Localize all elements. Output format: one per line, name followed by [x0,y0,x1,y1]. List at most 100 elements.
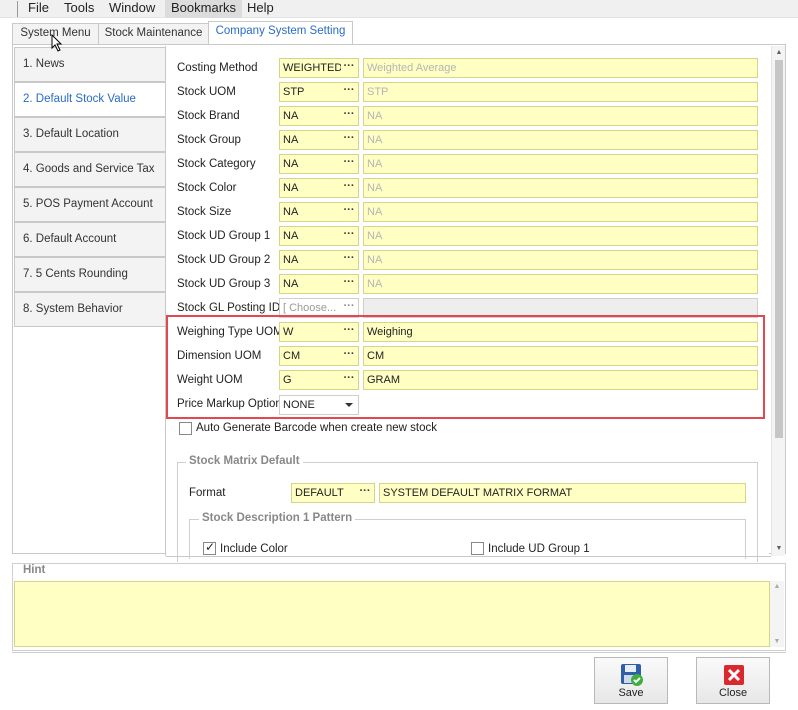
costing-method-code-field[interactable]: WEIGHTED ,··· [279,58,359,78]
tab-stock-maintenance[interactable]: Stock Maintenance [98,23,209,44]
format-code-value: DEFAULT [295,487,344,499]
save-button[interactable]: Save [594,657,668,704]
ellipsis-icon[interactable]: ··· [340,251,358,269]
auto-barcode-label: Auto Generate Barcode when create new st… [196,422,438,434]
auto-barcode-checkbox[interactable] [179,422,192,435]
stock-color-code-value: NA [283,182,299,194]
menu-tools[interactable]: Tools [58,0,100,18]
stock-group-desc-field: NA [363,130,758,150]
stock-ud-group-2-desc-field: NA [363,250,758,270]
nav-item-system-behavior[interactable]: 8. System Behavior [14,292,166,327]
vertical-scrollbar[interactable]: ▲ ▼ [771,46,785,556]
scroll-down-icon[interactable]: ▼ [770,638,784,645]
scroll-up-icon[interactable]: ▲ [772,47,786,59]
stock-ud-group-2-label: Stock UD Group 2 [177,254,271,266]
nav-item-pos-payment-account[interactable]: 5. POS Payment Account [14,187,166,222]
stock-brand-label: Stock Brand [177,110,240,122]
format-label: Format [189,487,226,499]
menu-grip [17,1,18,17]
stock-uom-label: Stock UOM [177,86,236,98]
ellipsis-icon[interactable]: ··· [340,59,358,77]
ellipsis-icon[interactable]: ··· [340,107,358,125]
costing-method-code-value: WEIGHTED , [283,62,341,74]
costing-method-label: Costing Method [177,62,258,74]
stock-ud-group-1-desc-field: NA [363,226,758,246]
stock-ud-group-1-code-value: NA [283,230,299,242]
include-ud-group-1-checkbox[interactable] [471,542,484,555]
hint-title: Hint [20,564,49,576]
hint-scrollbar[interactable]: ▲ ▼ [770,581,784,647]
stock-size-desc-field: NA [363,202,758,222]
ellipsis-icon[interactable]: ··· [340,83,358,101]
format-code-field[interactable]: DEFAULT ··· [291,483,375,503]
hint-textarea[interactable] [14,581,770,647]
nav-item-default-location[interactable]: 3. Default Location [14,117,166,152]
mouse-cursor-icon [51,34,63,52]
stock-color-code-field[interactable]: NA ··· [279,178,359,198]
nav-item-goods-and-service-tax[interactable]: 4. Goods and Service Tax [14,152,166,187]
panel-bottom-border [166,556,771,557]
stock-ud-group-2-code-field[interactable]: NA ··· [279,250,359,270]
close-icon [724,665,744,685]
price-markup-value: NONE [283,399,315,411]
ellipsis-icon[interactable]: ··· [356,484,374,502]
include-color-label: Include Color [220,543,288,555]
format-desc-field: SYSTEM DEFAULT MATRIX FORMAT [379,483,746,503]
nav-item-5-cents-rounding[interactable]: 7. 5 Cents Rounding Options [14,257,166,313]
price-markup-select[interactable]: NONE [279,395,359,415]
stock-brand-code-field[interactable]: NA ··· [279,106,359,126]
costing-method-desc-field: Weighted Average [363,58,758,78]
stock-ud-group-3-code-value: NA [283,278,299,290]
tab-company-system-setting[interactable]: Company System Setting [208,21,353,45]
stock-color-desc-field: NA [363,178,758,198]
ellipsis-icon[interactable]: ··· [340,203,358,221]
stock-category-code-value: NA [283,158,299,170]
menu-help[interactable]: Help [241,0,280,18]
nav-item-news[interactable]: 1. News [14,47,166,82]
menu-window[interactable]: Window [103,0,161,18]
scroll-up-icon[interactable]: ▲ [770,583,784,590]
desc-pattern-title: Stock Description 1 Pattern [199,512,356,524]
stock-uom-desc-field: STP [363,82,758,102]
stock-ud-group-1-label: Stock UD Group 1 [177,230,271,242]
nav-item-default-stock-value[interactable]: 2. Default Stock Value [14,82,167,117]
stock-matrix-title: Stock Matrix Default [186,455,303,467]
nav-item-default-account[interactable]: 6. Default Account [14,222,166,257]
close-button[interactable]: Close [696,657,770,704]
stock-group-code-value: NA [283,134,299,146]
chevron-down-icon [345,403,353,407]
ellipsis-icon[interactable]: ··· [340,227,358,245]
price-markup-label: Price Markup Option [177,398,282,410]
scroll-down-icon[interactable]: ▼ [772,543,786,555]
menu-file[interactable]: File [22,0,55,18]
menu-bar: File Tools Window Bookmarks Help [0,0,798,18]
close-button-label: Close [718,687,748,699]
stock-category-code-field[interactable]: NA ··· [279,154,359,174]
stock-size-label: Stock Size [177,206,232,218]
floppy-save-icon [621,664,643,686]
stock-group-code-field[interactable]: NA ··· [279,130,359,150]
ellipsis-icon[interactable]: ··· [340,179,358,197]
stock-uom-code-value: STP [283,86,305,98]
stock-uom-code-field[interactable]: STP ··· [279,82,359,102]
stock-ud-group-3-code-field[interactable]: NA ··· [279,274,359,294]
stock-size-code-field[interactable]: NA ··· [279,202,359,222]
ellipsis-icon[interactable]: ··· [340,155,358,173]
stock-ud-group-1-code-field[interactable]: NA ··· [279,226,359,246]
menu-bookmarks[interactable]: Bookmarks [165,0,243,18]
stock-ud-group-3-label: Stock UD Group 3 [177,278,271,290]
save-button-label: Save [618,687,644,699]
bottom-bar [12,652,786,708]
stock-color-label: Stock Color [177,182,237,194]
ellipsis-icon[interactable]: ··· [340,131,358,149]
scroll-thumb[interactable] [775,60,783,438]
stock-category-desc-field: NA [363,154,758,174]
ellipsis-icon[interactable]: ··· [340,275,358,293]
stock-size-code-value: NA [283,206,299,218]
stock-ud-group-2-code-value: NA [283,254,299,266]
stock-ud-group-3-desc-field: NA [363,274,758,294]
include-color-checkbox[interactable] [203,540,216,555]
stock-brand-code-value: NA [283,110,299,122]
stock-category-label: Stock Category [177,158,256,170]
stock-brand-desc-field: NA [363,106,758,126]
